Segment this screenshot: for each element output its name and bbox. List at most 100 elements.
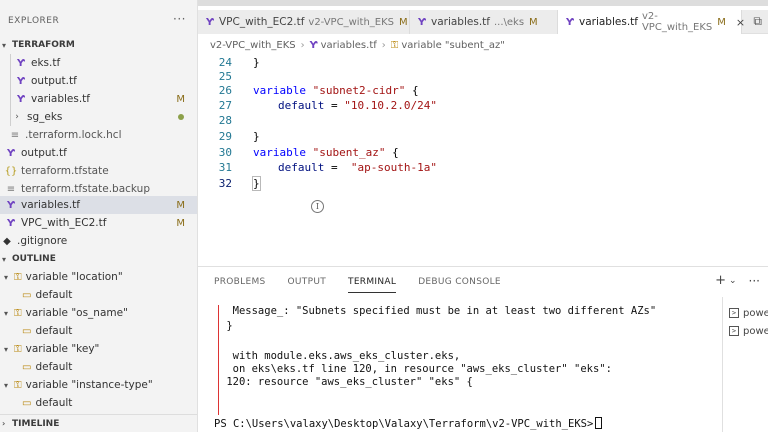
outline-item-key[interactable]: ▾ ⚿ variable "key" [0, 340, 197, 358]
string-literal: "ap-south-1a" [350, 160, 437, 174]
outline-label: default [35, 397, 73, 409]
terraform-icon: Ƴ [17, 75, 25, 87]
code-line: 27 default = "10.10.2.0/24" [198, 97, 768, 113]
outline-item-os-name[interactable]: ▾ ⚿ variable "os_name" [0, 304, 197, 322]
file-label: terraform.tfstate [21, 165, 109, 177]
code-punct: { [385, 145, 399, 159]
tab-debug-console[interactable]: DEBUG CONSOLE [418, 267, 501, 297]
line-number: 24 [218, 55, 232, 69]
timeline-header[interactable]: › TIMELINE [0, 414, 197, 432]
outline-label: variable "key" [25, 343, 100, 355]
code-line-current: 32 } [198, 175, 768, 191]
editor-tab-bar: Ƴ VPC_with_EC2.tf v2-VPC_with_EKS M Ƴ va… [198, 10, 768, 34]
more-actions-icon[interactable]: ··· [749, 274, 760, 288]
terminal-name: powe [743, 307, 768, 319]
file-icon: ≡ [6, 183, 16, 195]
file-output-tf-root[interactable]: Ƴ output.tf [0, 144, 197, 162]
breadcrumb-folder[interactable]: v2-VPC_with_EKS [210, 40, 296, 51]
file-output-tf[interactable]: Ƴ output.tf [0, 72, 197, 90]
modified-badge: M [717, 16, 726, 28]
file-label: .terraform.lock.hcl [25, 129, 122, 141]
line-number: 31 [218, 160, 232, 174]
terminal-icon: > [729, 326, 739, 336]
tab-output[interactable]: OUTPUT [288, 267, 326, 297]
explorer-title: EXPLORER [8, 16, 60, 26]
chevron-down-icon: ▾ [4, 308, 9, 318]
file-eks-tf[interactable]: Ƴ eks.tf [0, 54, 197, 72]
tab-problems[interactable]: PROBLEMS [214, 267, 266, 297]
modified-badge: M [399, 16, 408, 28]
folder-sg-eks[interactable]: › sg_eks [0, 108, 197, 126]
file-terraform-tfstate[interactable]: {} terraform.tfstate [0, 162, 197, 180]
terminal-line: 120: resource "aws_eks_cluster" "eks" { [220, 376, 473, 388]
terminal-list: > powe > powe [722, 297, 768, 432]
terminal-cursor [595, 417, 603, 429]
code-punct: = [324, 160, 351, 174]
terminal-instance[interactable]: > powe [729, 323, 768, 339]
file-terraform-lock[interactable]: ≡ .terraform.lock.hcl [0, 126, 197, 144]
code-text: variable "subent_az" { [253, 146, 399, 159]
outline-title: OUTLINE [12, 254, 56, 264]
property-symbol-icon: ▭ [22, 397, 32, 409]
terminal-line: } [220, 320, 233, 332]
close-tab-icon[interactable]: × [736, 16, 745, 29]
variable-symbol-icon: ⚿ [14, 271, 22, 283]
line-number: 29 [218, 129, 232, 143]
outline-label: variable "instance-type" [25, 379, 153, 391]
breadcrumb-file[interactable]: variables.tf [321, 40, 377, 51]
outline-item-default[interactable]: ▭ default [0, 286, 197, 304]
timeline-title: TIMELINE [12, 418, 60, 429]
file-gitignore[interactable]: ◆ .gitignore [0, 232, 197, 250]
json-icon: {} [4, 165, 18, 177]
terminal-icon: > [729, 308, 739, 318]
code-line: 29 } [198, 128, 768, 144]
property-symbol-icon: ▭ [22, 289, 32, 301]
modified-badge: M [176, 217, 185, 229]
new-terminal-icon[interactable]: + [715, 273, 726, 288]
bottom-panel: PROBLEMS OUTPUT TERMINAL DEBUG CONSOLE +… [198, 266, 768, 432]
chevron-right-icon: › [15, 112, 19, 122]
outline-header[interactable]: ▾ OUTLINE [0, 250, 197, 268]
panel-actions: + ⌄ ··· [715, 273, 760, 288]
tab-description: v2-VPC_with_EKS [308, 16, 395, 28]
outline-label: variable "os_name" [25, 307, 128, 319]
outline-item-instance-type[interactable]: ▾ ⚿ variable "instance-type" [0, 376, 197, 394]
git-icon: ◆ [3, 235, 11, 247]
file-label: .gitignore [17, 235, 68, 247]
outline-item-location[interactable]: ▾ ⚿ variable "location" [0, 268, 197, 286]
line-number: 27 [218, 98, 232, 112]
terminal-prompt: PS C:\Users\valaxy\Desktop\Valaxy\Terraf… [214, 417, 603, 430]
terraform-icon: Ƴ [206, 16, 214, 28]
file-label: terraform.tfstate.backup [21, 183, 150, 195]
file-vpc-with-ec2-tf[interactable]: Ƴ VPC_with_EC2.tf M [0, 214, 197, 232]
tab-terminal[interactable]: TERMINAL [348, 267, 397, 297]
error-marker [218, 305, 219, 415]
terminal-instance[interactable]: > powe [729, 305, 768, 321]
file-variables-tf-root[interactable]: Ƴ variables.tf M [0, 196, 197, 214]
more-actions-icon[interactable]: ··· [173, 12, 186, 26]
file-label: variables.tf [31, 93, 90, 105]
file-icon: ≡ [10, 129, 20, 141]
split-editor-icon[interactable]: ⧉ [753, 14, 762, 29]
code-editor[interactable]: 24 } 25 26 variable "subnet2-cidr" { 27 … [198, 54, 768, 266]
chevron-down-icon[interactable]: ⌄ [729, 276, 737, 286]
outline-item-default[interactable]: ▭ default [0, 394, 197, 412]
tab-variables-active[interactable]: Ƴ variables.tf v2-VPC_with_EKS M × [558, 10, 745, 34]
file-variables-tf[interactable]: Ƴ variables.tf M [0, 90, 197, 108]
tab-variables-eks[interactable]: Ƴ variables.tf ...\eks M [410, 10, 558, 34]
prompt-text: PS C:\Users\valaxy\Desktop\Valaxy\Terraf… [214, 418, 594, 430]
outline-item-default[interactable]: ▭ default [0, 358, 197, 376]
chevron-down-icon: ▾ [4, 272, 9, 282]
breadcrumb-symbol[interactable]: variable "subent_az" [401, 40, 504, 51]
explorer-header: EXPLORER ··· [0, 10, 197, 32]
folder-label: sg_eks [27, 111, 63, 123]
file-label: eks.tf [31, 57, 61, 69]
folder-header[interactable]: ▾ TERRAFORM [0, 36, 197, 54]
file-label: output.tf [21, 147, 67, 159]
explorer-sidebar: EXPLORER ··· ▾ TERRAFORM Ƴ eks.tf Ƴ outp… [0, 0, 198, 432]
variable-symbol-icon: ⚿ [14, 343, 22, 355]
outline-item-default[interactable]: ▭ default [0, 322, 197, 340]
tab-vpc-with-ec2[interactable]: Ƴ VPC_with_EC2.tf v2-VPC_with_EKS M [198, 10, 410, 34]
tab-label: variables.tf [578, 16, 638, 28]
terminal-output[interactable]: Message_: "Subnets specified must be in … [198, 297, 718, 432]
